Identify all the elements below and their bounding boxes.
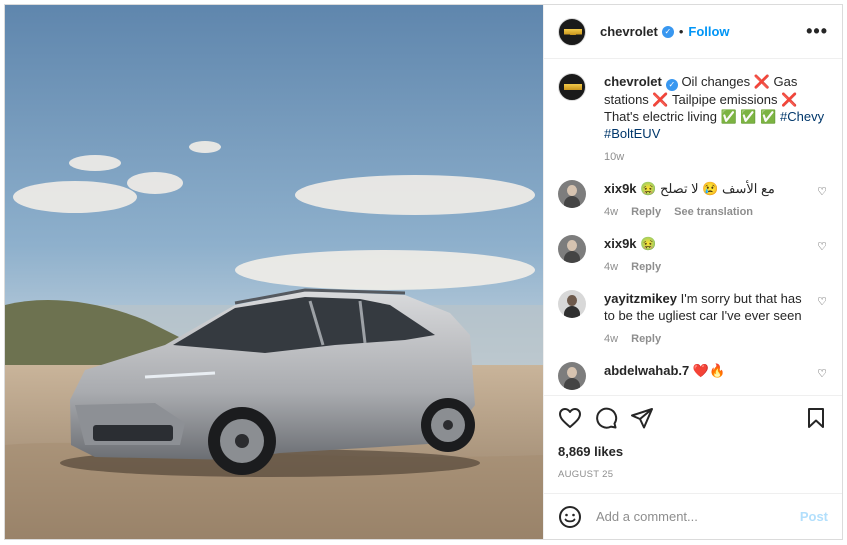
commenter-avatar[interactable]	[558, 290, 586, 318]
see-translation-button[interactable]: See translation	[674, 206, 753, 218]
comment-username[interactable]: xix9k	[604, 236, 637, 251]
commenter-avatar[interactable]	[558, 180, 586, 208]
comment-meta: 4w Reply	[604, 331, 816, 348]
post-dialog: chevrolet ✓ • Follow ••• chevrolet ✓ Oil …	[4, 4, 843, 540]
comment-username[interactable]: yayitzmikey	[604, 291, 677, 306]
comment-username[interactable]: xix9k	[604, 181, 637, 196]
caption: chevrolet ✓ Oil changes ❌ Gas stations ❌ …	[558, 73, 828, 166]
chevrolet-avatar[interactable]	[558, 17, 586, 46]
comment-text: 🤢	[640, 236, 657, 251]
caption-body: chevrolet ✓ Oil changes ❌ Gas stations ❌ …	[604, 73, 828, 166]
comment-age[interactable]: 4w	[604, 261, 618, 273]
separator-dot: •	[678, 24, 684, 39]
reply-button[interactable]: Reply	[631, 261, 661, 273]
comment-like-heart-icon[interactable]: ♡	[816, 367, 828, 390]
comments-list[interactable]: chevrolet ✓ Oil changes ❌ Gas stations ❌ …	[544, 59, 842, 395]
comment-text: مع الأسف 😢 لا تصلح 🤢	[640, 181, 775, 196]
verified-icon: ✓	[661, 25, 674, 38]
comment-like-heart-icon[interactable]: ♡	[816, 185, 828, 221]
share-icon[interactable]	[630, 406, 654, 430]
comment-icon[interactable]	[594, 406, 618, 430]
post-header: chevrolet ✓ • Follow •••	[544, 5, 842, 59]
commenter-avatar[interactable]	[558, 362, 586, 390]
post-date[interactable]: August 25	[558, 469, 828, 480]
comment-age[interactable]: 4w	[604, 333, 618, 345]
comment-body: abdelwahab.7 ❤️🔥	[604, 362, 816, 390]
comment-age[interactable]: 4w	[604, 206, 618, 218]
comment-item: xix9k 🤢 4w Reply ♡	[558, 235, 828, 276]
comment-meta: 4w Reply See translation	[604, 204, 816, 221]
heart-icon[interactable]	[558, 406, 582, 430]
comment-item: xix9k مع الأسف 😢 لا تصلح 🤢 4w Reply See …	[558, 180, 828, 221]
post-comment-button[interactable]: Post	[800, 509, 828, 524]
comment-text: ❤️🔥	[692, 363, 726, 378]
bookmark-icon[interactable]	[804, 406, 828, 430]
comment-username[interactable]: abdelwahab.7	[604, 363, 689, 378]
add-comment-bar: Post	[544, 493, 842, 539]
post-username[interactable]: chevrolet	[600, 24, 658, 39]
comment-meta: 4w Reply	[604, 259, 816, 276]
verified-icon: ✓	[665, 79, 678, 91]
post-actions: 8,869 likes August 25	[544, 395, 842, 480]
comment-input[interactable]	[596, 509, 800, 524]
car-photo	[5, 5, 543, 539]
comment-item: yayitzmikey I'm sorry but that has to be…	[558, 290, 828, 348]
likes-count[interactable]: 8,869 likes	[558, 444, 828, 459]
reply-button[interactable]: Reply	[631, 333, 661, 345]
action-icons	[558, 396, 828, 440]
caption-age[interactable]: 10w	[604, 151, 624, 163]
emoji-icon[interactable]	[558, 505, 582, 529]
comment-like-heart-icon[interactable]: ♡	[816, 295, 828, 348]
comment-body: yayitzmikey I'm sorry but that has to be…	[604, 290, 816, 348]
commenter-avatar[interactable]	[558, 235, 586, 263]
comment-item: abdelwahab.7 ❤️🔥 ♡	[558, 362, 828, 390]
more-icon[interactable]: •••	[806, 21, 828, 42]
comment-body: xix9k 🤢 4w Reply	[604, 235, 816, 276]
comment-like-heart-icon[interactable]: ♡	[816, 240, 828, 276]
post-image[interactable]	[5, 5, 543, 539]
caption-meta: 10w	[604, 149, 828, 166]
comment-body: xix9k مع الأسف 😢 لا تصلح 🤢 4w Reply See …	[604, 180, 816, 221]
follow-button[interactable]: Follow	[688, 24, 729, 39]
post-sidebar: chevrolet ✓ • Follow ••• chevrolet ✓ Oil …	[543, 5, 842, 539]
reply-button[interactable]: Reply	[631, 206, 661, 218]
caption-username[interactable]: chevrolet	[604, 74, 662, 89]
caption-avatar[interactable]	[558, 73, 586, 101]
